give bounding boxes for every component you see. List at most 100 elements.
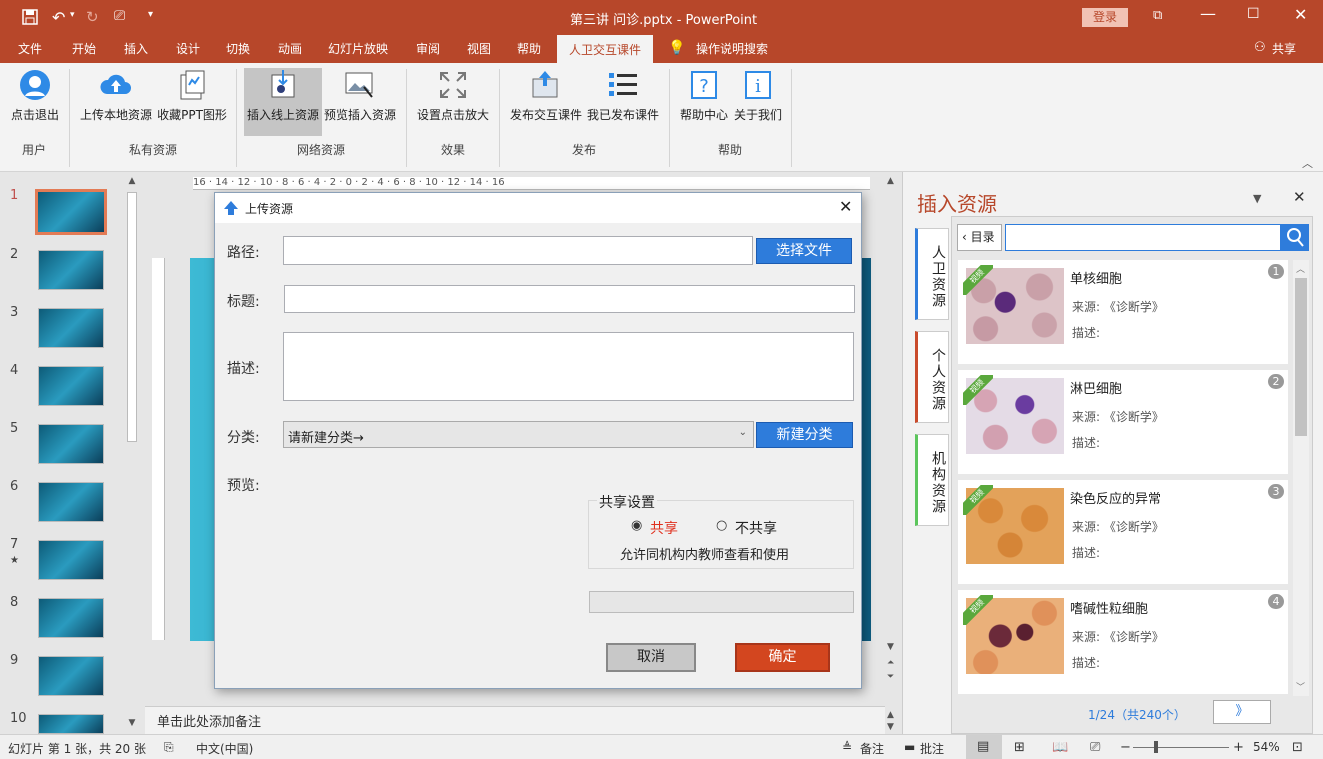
- collapse-ribbon-icon[interactable]: ︿: [1302, 155, 1313, 171]
- slide-thumbnail[interactable]: [38, 250, 104, 290]
- previous-slide-icon[interactable]: ⏶: [887, 658, 894, 668]
- accessibility-check-icon[interactable]: ⎘: [164, 740, 174, 755]
- normal-view-button[interactable]: ▤: [966, 735, 1002, 759]
- my-published-button[interactable]: 我已发布课件: [586, 68, 660, 136]
- next-slide-icon[interactable]: ⏷: [887, 672, 894, 682]
- scroll-down-icon[interactable]: ﹀: [1296, 680, 1305, 693]
- notes-toggle[interactable]: 备注: [860, 740, 884, 757]
- zoom-out-icon[interactable]: −: [1120, 740, 1131, 755]
- tab-interactive-courseware[interactable]: 人卫交互课件: [557, 35, 654, 63]
- tab-view[interactable]: 视图: [467, 40, 491, 57]
- undo-dropdown-icon[interactable]: ▾: [70, 10, 75, 20]
- minimize-icon[interactable]: —: [1200, 4, 1216, 23]
- comments-toggle[interactable]: 批注: [920, 740, 944, 757]
- insert-online-button[interactable]: 插入线上资源: [244, 68, 322, 136]
- ok-button[interactable]: 确定: [735, 643, 830, 672]
- about-us-button[interactable]: i 关于我们: [732, 68, 784, 136]
- tab-transitions[interactable]: 切换: [226, 40, 250, 57]
- tell-me-search[interactable]: 操作说明搜索: [696, 40, 768, 57]
- next-page-button[interactable]: 》: [1213, 700, 1271, 724]
- slide-thumbnail[interactable]: [38, 424, 104, 464]
- choose-file-button[interactable]: 选择文件: [756, 238, 852, 264]
- upload-local-button[interactable]: 上传本地资源: [80, 68, 152, 136]
- share-option[interactable]: 共享: [650, 518, 678, 538]
- category-select[interactable]: 请新建分类→ ⌄: [283, 421, 754, 448]
- cancel-button[interactable]: 取消: [606, 643, 696, 672]
- slideshow-icon[interactable]: ⎚: [114, 8, 125, 24]
- pane-close-icon[interactable]: ✕: [1293, 188, 1306, 206]
- scroll-down-icon[interactable]: ▼: [887, 722, 894, 732]
- set-zoom-button[interactable]: 设置点击放大: [414, 68, 492, 136]
- scroll-thumb[interactable]: [127, 192, 137, 442]
- slideshow-view-icon[interactable]: ⎚: [1090, 740, 1100, 755]
- scroll-thumb[interactable]: [1295, 278, 1307, 436]
- canvas-scrollbar[interactable]: ▲ ▼ ⏶ ⏷ ▲ ▼: [885, 176, 901, 734]
- fit-to-window-icon[interactable]: ⊡: [1292, 740, 1303, 755]
- slide-thumbnail[interactable]: [38, 366, 104, 406]
- path-input[interactable]: [283, 236, 753, 265]
- back-button[interactable]: ‹ 目录: [957, 224, 1002, 251]
- language-status[interactable]: 中文(中国): [196, 740, 253, 757]
- noshare-option[interactable]: 不共享: [735, 518, 777, 538]
- share-radio-selected-icon[interactable]: ◉: [631, 518, 642, 533]
- tab-animations[interactable]: 动画: [278, 40, 302, 57]
- scroll-up-icon[interactable]: ▲: [887, 176, 894, 186]
- tab-review[interactable]: 审阅: [416, 40, 440, 57]
- tab-design[interactable]: 设计: [176, 40, 200, 57]
- resource-card[interactable]: 视频 嗜碱性粒细胞 来源: 《诊断学》 描述: 4: [958, 590, 1288, 694]
- search-button[interactable]: [1281, 224, 1309, 251]
- slide-thumbnail[interactable]: [38, 656, 104, 696]
- collect-ppt-button[interactable]: 收藏PPT图形: [156, 68, 228, 136]
- slide-thumbnail[interactable]: [38, 540, 104, 580]
- notes-pane[interactable]: 单击此处添加备注: [145, 706, 885, 734]
- zoom-slider[interactable]: [1133, 747, 1229, 748]
- reading-view-icon[interactable]: 📖: [1052, 740, 1068, 755]
- description-textarea[interactable]: [283, 332, 854, 401]
- share-button[interactable]: 共享: [1272, 40, 1296, 57]
- tab-slideshow[interactable]: 幻灯片放映: [328, 40, 388, 57]
- save-icon[interactable]: [22, 9, 38, 28]
- noshare-radio-icon[interactable]: ○: [716, 518, 727, 533]
- title-input[interactable]: [284, 285, 855, 313]
- maximize-icon[interactable]: ☐: [1247, 6, 1260, 22]
- tab-file[interactable]: 文件: [18, 40, 42, 57]
- scroll-up-icon[interactable]: ︿: [1296, 262, 1305, 275]
- resource-card[interactable]: 视频 淋巴细胞 来源: 《诊断学》 描述: 2: [958, 370, 1288, 474]
- slide-thumbnail[interactable]: [38, 598, 104, 638]
- login-button[interactable]: 登录: [1082, 8, 1128, 27]
- tab-renwei-resources[interactable]: 人卫资源: [915, 228, 949, 320]
- customize-toolbar-icon[interactable]: ▾: [148, 9, 153, 20]
- resource-card[interactable]: 视频 染色反应的异常 来源: 《诊断学》 描述: 3: [958, 480, 1288, 584]
- tab-insert[interactable]: 插入: [124, 40, 148, 57]
- resource-list-scrollbar[interactable]: ︿ ﹀: [1293, 260, 1309, 696]
- slide-thumbnail-selected[interactable]: [35, 189, 107, 235]
- logout-button[interactable]: 点击退出: [8, 68, 62, 136]
- resource-card[interactable]: 视频 单核细胞 来源: 《诊断学》 描述: 1: [958, 260, 1288, 364]
- new-category-button[interactable]: 新建分类: [756, 422, 853, 448]
- zoom-in-icon[interactable]: +: [1233, 740, 1244, 755]
- tab-home[interactable]: 开始: [72, 40, 96, 57]
- pane-options-icon[interactable]: ▼: [1253, 192, 1261, 205]
- slide-thumbnail[interactable]: [38, 482, 104, 522]
- preview-insert-button[interactable]: 预览插入资源: [322, 68, 398, 136]
- tab-help[interactable]: 帮助: [517, 40, 541, 57]
- dialog-close-icon[interactable]: ✕: [839, 197, 852, 216]
- thumbnail-scrollbar[interactable]: ▲ ▼: [125, 176, 139, 734]
- publish-courseware-button[interactable]: 发布交互课件: [508, 68, 584, 136]
- scroll-up-icon[interactable]: ▲: [125, 176, 139, 190]
- scroll-down-icon[interactable]: ▼: [887, 642, 894, 652]
- scroll-up-icon[interactable]: ▲: [887, 710, 894, 720]
- slide-sorter-icon[interactable]: ⊞: [1014, 740, 1025, 755]
- scroll-down-icon[interactable]: ▼: [125, 718, 139, 732]
- help-center-button[interactable]: ? 帮助中心: [678, 68, 730, 136]
- close-icon[interactable]: ✕: [1294, 5, 1307, 24]
- slide-thumbnail[interactable]: [38, 714, 104, 734]
- undo-icon[interactable]: ↶: [52, 8, 65, 27]
- tab-personal-resources[interactable]: 个人资源: [915, 331, 949, 423]
- zoom-slider-thumb[interactable]: [1154, 741, 1158, 753]
- slide-thumbnail[interactable]: [38, 308, 104, 348]
- tab-institution-resources[interactable]: 机构资源: [915, 434, 949, 526]
- zoom-level[interactable]: 54%: [1253, 740, 1280, 754]
- resource-search-input[interactable]: [1005, 224, 1281, 251]
- redo-icon[interactable]: ↻: [86, 8, 99, 26]
